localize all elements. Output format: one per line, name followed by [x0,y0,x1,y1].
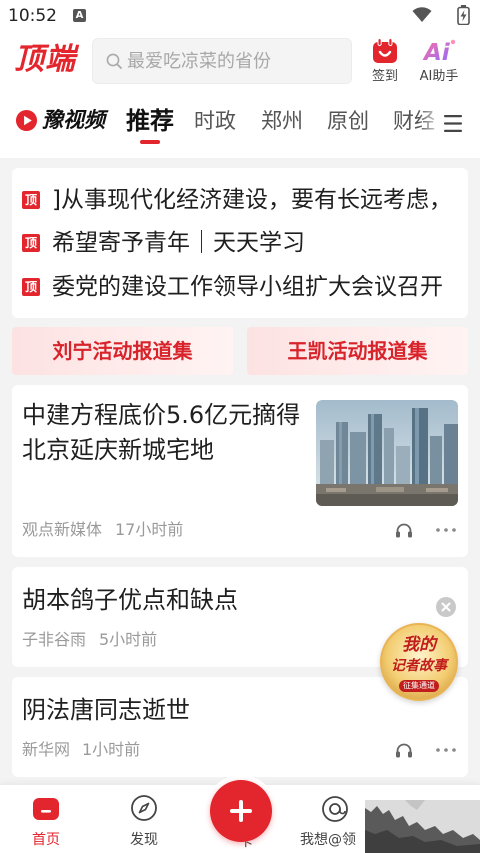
tab-politics[interactable]: 时政 [194,107,236,135]
calendar-checkin-icon [373,38,397,63]
headphones-icon[interactable] [395,742,413,758]
article-card[interactable]: 中建方程底价5.6亿元摘得北京延庆新城宅地 观点新媒体 17小时前 [12,385,468,557]
article-time: 1小时前 [82,740,141,759]
publish-plus-button[interactable] [210,780,272,842]
more-icon[interactable] [436,748,456,752]
nav-discover-label[interactable]: 发现 [124,831,164,849]
ai-icon-text: Ai [422,40,451,65]
plus-icon-vertical [239,800,243,822]
more-icon[interactable] [436,528,456,532]
checkin-label[interactable]: 签到 [364,68,406,85]
article-title[interactable]: 中建方程底价5.6亿元摘得北京延庆新城宅地 [22,398,310,468]
status-time: 10:52 [8,6,57,26]
search-bar[interactable] [92,38,352,84]
headline-item[interactable]: 顶 ]从事现代化经济建设，要有长远考虑， [12,178,468,222]
dingduan-badge: 顶 [22,234,40,252]
headline-text[interactable]: ]从事现代化经济建设，要有长远考虑， [52,178,462,222]
article-source: 新华网 [22,740,71,759]
badge-title-line2: 记者故事 [391,658,447,674]
search-input[interactable] [127,39,347,83]
ai-assistant-icon: Ai [422,39,456,65]
ai-assistant-label[interactable]: AI助手 [413,68,465,85]
battery-charging-icon [457,5,470,25]
topic-button-wangkai[interactable]: 王凯活动报道集 [247,327,468,375]
search-icon [106,53,122,69]
app-logo[interactable]: 顶端 [14,42,76,78]
topic-button-liuning[interactable]: 刘宁活动报道集 [12,327,233,375]
headline-text[interactable]: 委党的建设工作领导小组扩大会议召开 [52,265,462,309]
headline-text[interactable]: 希望寄予青年｜天天学习 [52,221,462,265]
article-title[interactable]: 胡本鸽子优点和缺点 [22,583,422,618]
nav-wish-label[interactable]: 我想@领 [296,831,360,849]
active-tab-indicator [140,140,160,144]
article-source: 子非谷雨 [22,630,87,649]
compass-icon[interactable] [130,794,158,822]
article-thumbnail[interactable] [316,400,458,506]
article-source: 观点新媒体 [22,520,103,539]
menu-icon[interactable] [444,114,462,133]
reporter-story-floating-badge[interactable]: 我的 记者故事 征集通道 [380,623,458,701]
dingduan-badge: 顶 [22,278,40,296]
home-icon[interactable] [32,795,60,821]
close-icon[interactable] [436,597,456,617]
badge-tag: 征集通道 [399,680,439,692]
tab-original[interactable]: 原创 [327,107,369,135]
dingduan-badge: 顶 [22,191,40,209]
nav-home-label[interactable]: 首页 [26,831,66,849]
notification-a-icon: A [73,9,86,22]
target-at-icon[interactable] [320,794,350,824]
badge-title-line1: 我的 [402,635,436,655]
video-play-icon[interactable] [15,109,38,132]
headline-item[interactable]: 顶 委党的建设工作领导小组扩大会议召开 [12,265,468,309]
tab-zhengzhou[interactable]: 郑州 [261,107,303,135]
headphones-icon[interactable] [395,522,413,538]
video-channel-brand[interactable]: 豫视频 [42,106,105,134]
tab-recommend[interactable]: 推荐 [126,104,174,138]
headline-card: 顶 ]从事现代化经济建设，要有长远考虑， 顶 希望寄予青年｜天天学习 顶 委党的… [12,168,468,318]
wifi-icon [412,7,432,22]
article-time: 17小时前 [115,520,184,539]
article-title[interactable]: 阴法唐同志逝世 [22,693,422,728]
article-time: 5小时前 [99,630,158,649]
tab-fade-overlay [418,100,444,144]
corner-overlay-image [365,800,480,853]
headline-item[interactable]: 顶 希望寄予青年｜天天学习 [12,221,468,265]
